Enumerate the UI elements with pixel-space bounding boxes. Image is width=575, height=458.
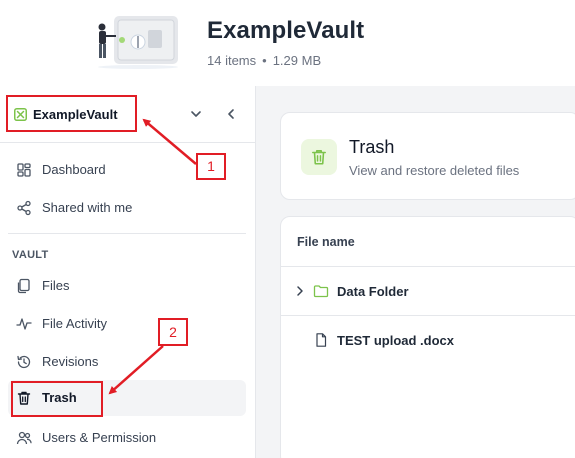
file-name: TEST upload .docx: [337, 333, 455, 348]
vault-title: ExampleVault: [207, 17, 365, 44]
activity-icon: [16, 318, 32, 330]
sidebar-item-trash[interactable]: Trash: [8, 380, 246, 416]
vault-illustration: [98, 16, 178, 69]
vault-logo-icon: [14, 108, 27, 121]
chevron-right-icon[interactable]: [295, 285, 305, 297]
table-header: File name: [281, 217, 575, 267]
sidebar-item-label: Trash: [42, 390, 77, 405]
vault-header: ExampleVault 14 items • 1.29 MB: [0, 0, 575, 86]
vault-switcher-name: ExampleVault: [33, 107, 118, 122]
vault-meta: 14 items • 1.29 MB: [207, 53, 321, 68]
vault-switcher[interactable]: ExampleVault: [0, 86, 255, 143]
users-icon: [16, 431, 32, 445]
folder-icon: [313, 285, 329, 298]
sidebar-item-dashboard[interactable]: Dashboard: [8, 152, 246, 188]
item-count: 14 items: [207, 53, 257, 68]
trash-icon: [17, 391, 31, 405]
table-row[interactable]: Data Folder: [281, 267, 575, 316]
grid-icon: [17, 163, 31, 177]
collapse-sidebar-icon[interactable]: [222, 105, 240, 123]
sidebar-item-label: Users & Permission: [42, 430, 157, 445]
sidebar-item-label: Dashboard: [42, 162, 106, 177]
page-icon-badge: [301, 139, 337, 175]
table-row[interactable]: TEST upload .docx: [281, 316, 575, 365]
sidebar-item-label: File Activity: [42, 316, 108, 331]
page-header-card: Trash View and restore deleted files: [280, 112, 575, 200]
sidebar-item-label: Shared with me: [42, 200, 133, 215]
page-title: Trash: [349, 137, 395, 157]
sidebar-item-label: Files: [42, 278, 70, 293]
section-label-vault: VAULT: [12, 249, 49, 261]
sidebar-item-label: Revisions: [42, 354, 99, 369]
sidebar-item-revisions[interactable]: Revisions: [8, 344, 246, 380]
sidebar-divider: [8, 233, 246, 234]
files-icon: [17, 278, 30, 294]
main-content: Trash View and restore deleted files Fil…: [256, 86, 575, 458]
sidebar: ExampleVault Dashboard Shared with me VA…: [0, 86, 256, 458]
share-icon: [17, 200, 31, 216]
file-name: Data Folder: [337, 284, 409, 299]
sidebar-item-file-activity[interactable]: File Activity: [8, 306, 246, 342]
sidebar-item-files[interactable]: Files: [8, 268, 246, 304]
meta-separator: •: [262, 53, 267, 68]
trash-icon: [312, 150, 326, 165]
column-header-file-name[interactable]: File name: [297, 235, 355, 249]
document-icon: [316, 333, 327, 347]
vault-size: 1.29 MB: [272, 53, 322, 68]
sidebar-item-shared[interactable]: Shared with me: [8, 190, 246, 226]
file-table: File name Data Folder TEST upload .docx: [280, 216, 575, 458]
page-subtitle: View and restore deleted files: [349, 163, 520, 178]
history-icon: [17, 355, 31, 369]
sidebar-item-users-permission[interactable]: Users & Permission: [8, 420, 246, 456]
chevron-down-icon[interactable]: [187, 105, 205, 123]
